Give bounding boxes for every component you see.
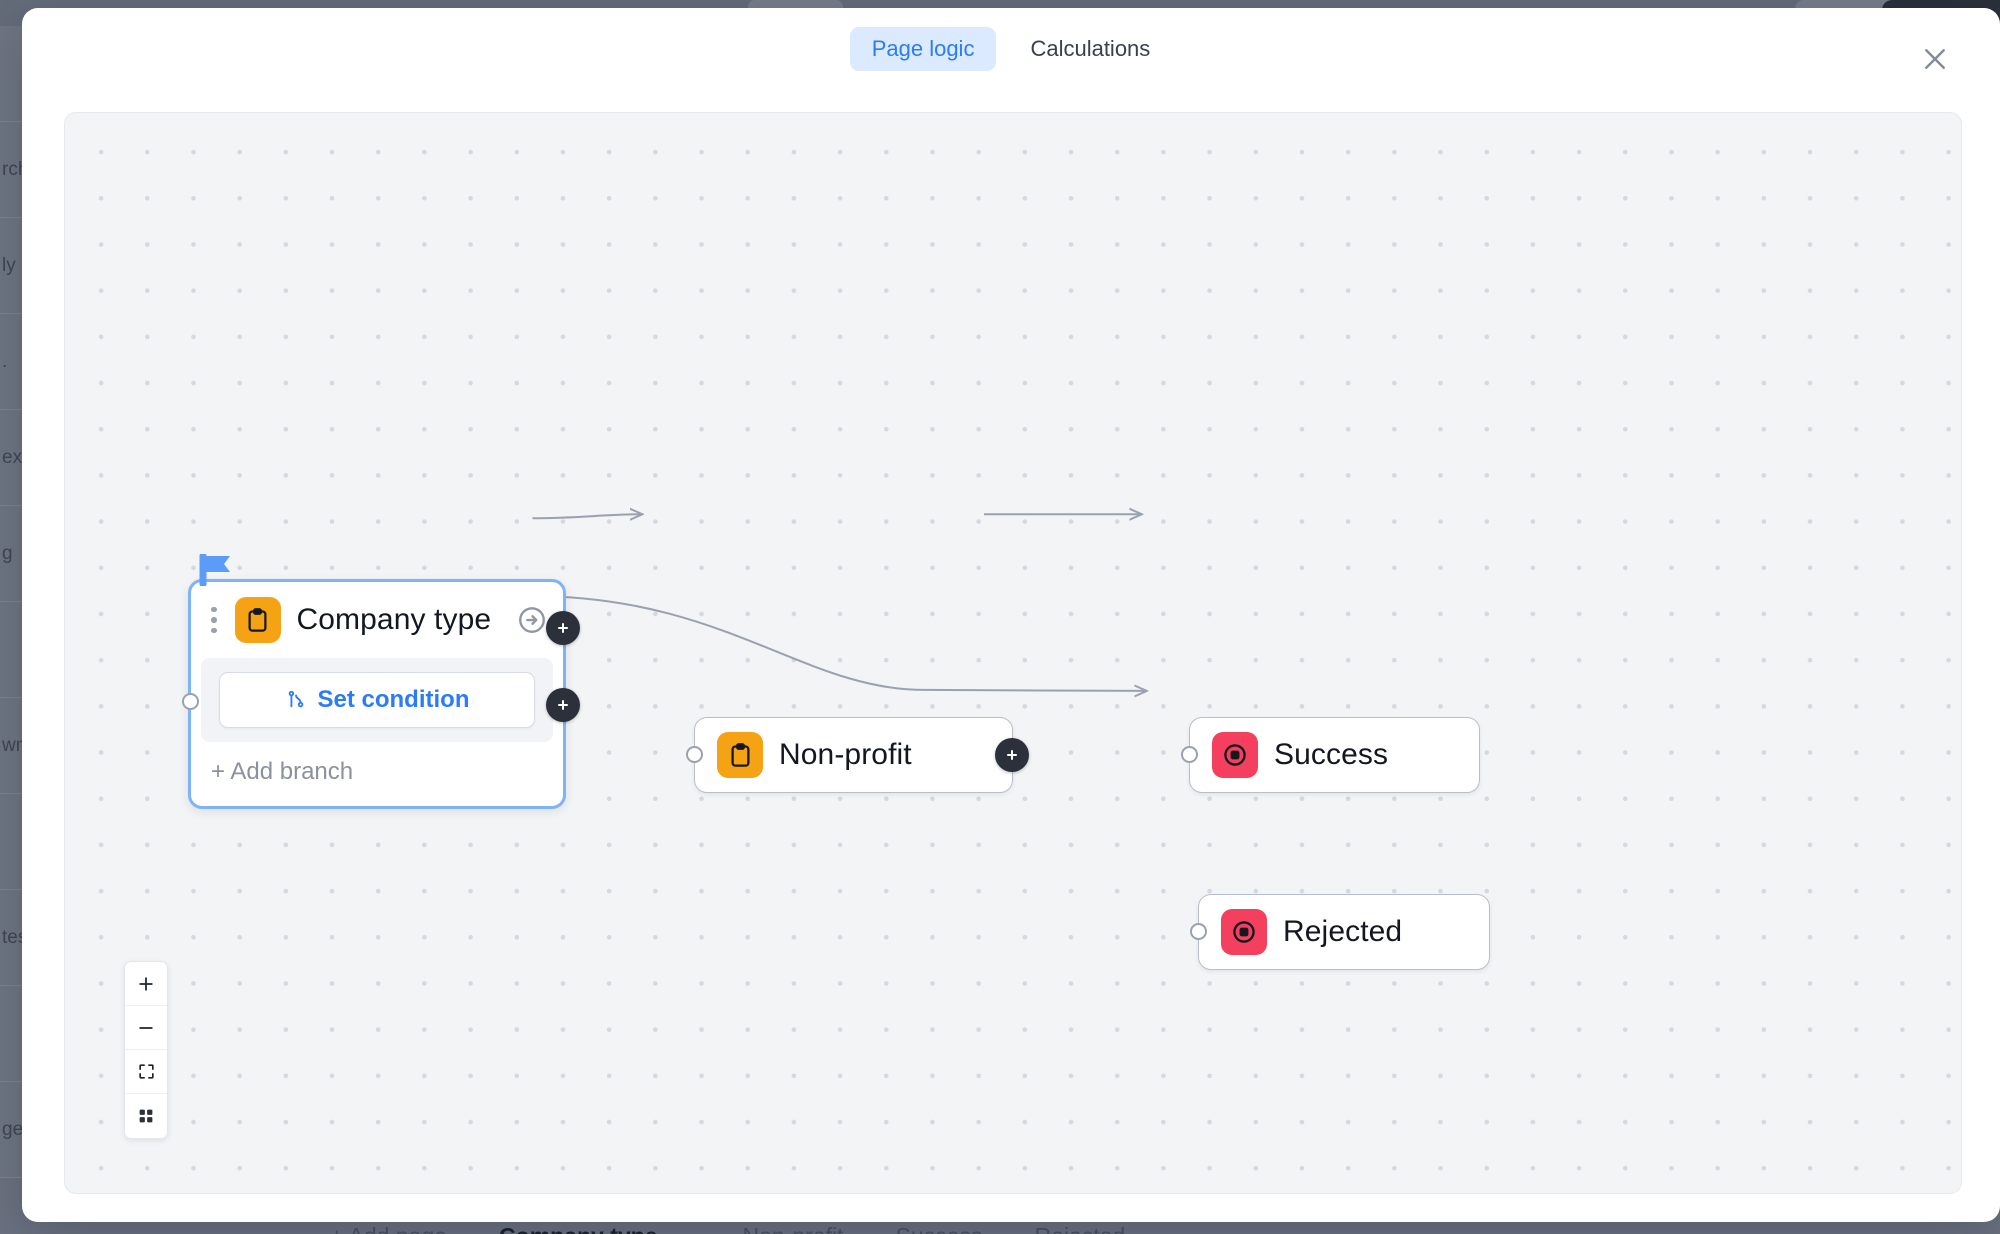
input-handle[interactable] <box>1189 923 1207 940</box>
zoom-in-button[interactable] <box>125 962 167 1006</box>
fit-view-button[interactable] <box>125 1050 167 1094</box>
input-handle[interactable] <box>1180 746 1198 763</box>
add-next-step-button-top[interactable] <box>546 611 580 645</box>
input-handle[interactable] <box>181 693 199 710</box>
flow-node-rejected[interactable]: Rejected <box>1189 894 1490 970</box>
modal-header: Page logic Calculations <box>22 8 2000 90</box>
modal-tabs: Page logic Calculations <box>849 27 1173 71</box>
page-tab-menu-icon[interactable]: ⋮ <box>668 1223 691 1234</box>
rejected-header[interactable]: Rejected <box>1199 895 1489 969</box>
input-handle[interactable] <box>685 746 703 763</box>
tab-calculations[interactable]: Calculations <box>1008 27 1172 71</box>
node-title: Success <box>1274 738 1389 771</box>
flow-node-company-type[interactable]: Company type Set condition + Add branch <box>181 552 580 809</box>
tab-page-logic[interactable]: Page logic <box>849 27 997 71</box>
background-page-tab[interactable]: Company type⋮ <box>499 1225 690 1234</box>
set-condition-button[interactable]: Set condition <box>219 672 535 728</box>
plus-icon <box>139 976 153 991</box>
zoom-out-button[interactable] <box>125 1006 167 1050</box>
background-page-tab[interactable]: + Add page <box>330 1225 447 1234</box>
clipboard-icon <box>234 597 281 643</box>
start-flag-icon <box>199 552 233 588</box>
node-title: Rejected <box>1283 915 1403 948</box>
drag-handle-icon[interactable] <box>209 605 219 636</box>
grid-icon <box>139 1109 153 1123</box>
git-branch-icon <box>288 690 303 708</box>
add-next-step-button[interactable] <box>995 738 1029 772</box>
add-next-step-button-bottom[interactable] <box>546 688 580 722</box>
set-condition-label: Set condition <box>317 686 470 713</box>
arrow-right-circle-icon[interactable] <box>517 605 547 635</box>
non-profit-header[interactable]: Non-profit <box>695 718 1012 792</box>
success-header[interactable]: Success <box>1190 718 1479 792</box>
node-title: Company type <box>296 603 492 636</box>
condition-section: Set condition <box>201 658 553 742</box>
minus-icon <box>139 1026 153 1029</box>
close-icon[interactable] <box>1916 40 1954 78</box>
background-page-tab[interactable]: Non-profit <box>743 1225 844 1234</box>
clipboard-icon <box>717 732 763 778</box>
logic-editor-modal: Page logic Calculations Company type Set… <box>22 8 2000 1222</box>
company-type-header[interactable]: Company type <box>191 582 563 658</box>
flow-node-non-profit[interactable]: Non-profit <box>685 717 1029 793</box>
ending-icon <box>1221 909 1267 955</box>
node-title: Non-profit <box>779 738 912 771</box>
fit-screen-icon <box>138 1064 154 1079</box>
flow-node-success[interactable]: Success <box>1180 717 1480 793</box>
canvas-zoom-toolbar <box>124 961 168 1139</box>
ending-icon <box>1212 732 1258 778</box>
background-page-tab[interactable]: Rejected <box>1034 1225 1125 1234</box>
toggle-grid-button[interactable] <box>125 1094 167 1138</box>
add-branch-button[interactable]: + Add branch <box>191 742 563 806</box>
background-page-tab[interactable]: Success <box>896 1225 983 1234</box>
flow-canvas[interactable]: Company type Set condition + Add branch … <box>64 112 1962 1194</box>
